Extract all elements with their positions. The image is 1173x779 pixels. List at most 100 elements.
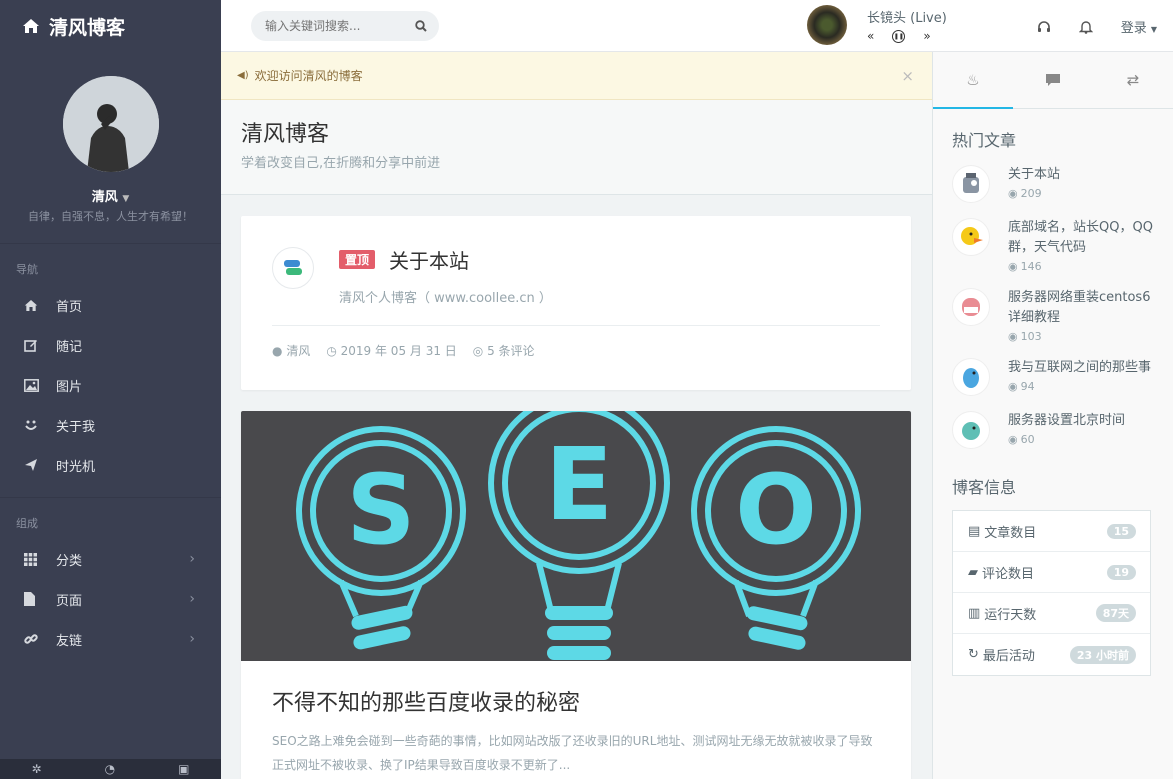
count-badge: 19 (1106, 564, 1136, 580)
avatar[interactable] (62, 76, 159, 172)
eye-icon: ◉ (1008, 187, 1018, 200)
article-views: ◉ 60 (1008, 433, 1035, 446)
seo-bulbs-image: S E O (296, 411, 861, 660)
hot-articles-title: 热门文章 (952, 131, 1017, 150)
post-comments[interactable]: ◎ 5 条评论 (473, 342, 535, 359)
bell-icon[interactable] (1078, 19, 1093, 34)
nav-label: 时光机 (56, 459, 96, 475)
article-title[interactable]: 底部域名，站长QQ，QQ群，天气代码 (1008, 218, 1158, 258)
close-icon[interactable]: × (901, 67, 914, 85)
list-item[interactable]: 服务器网络重装centos6详细教程 ◉ 103 (952, 288, 1173, 343)
list-item[interactable]: 关于本站 ◉ 209 (952, 165, 1173, 203)
bar-chart-icon: ▥ (968, 605, 981, 621)
post-title[interactable]: 关于本站 (389, 245, 469, 274)
nav-item-notes[interactable]: 随记 (0, 325, 221, 365)
smile-icon (25, 420, 37, 430)
info-row-comments: ▰ 评论数目 19 (953, 552, 1150, 593)
info-row-last-active: ↻ 最后活动 23 小时前 (953, 634, 1150, 675)
login-menu[interactable]: 登录 ▼ (1121, 17, 1157, 36)
article-views: ◉ 103 (1008, 330, 1042, 343)
nav-label: 首页 (56, 299, 83, 315)
blog-info-list: ▤ 文章数目 15 ▰ 评论数目 19 ▥ 运行天数 87天 ↻ 最后活动 23 小时前 (952, 510, 1151, 676)
nav-item-pages[interactable]: 页面 › (0, 579, 221, 619)
count-badge: 23 小时前 (1069, 645, 1136, 664)
post-title-row: 置顶 关于本站 (339, 245, 469, 274)
nav-group-header: 组成 (16, 517, 38, 530)
post-excerpt: SEO之路上难免会碰到一些奇葩的事情，比如网站改版了还收录旧的URL地址、测试网… (272, 734, 873, 772)
nav-item-timemachine[interactable]: 时光机 (0, 445, 221, 485)
blog-info-title: 博客信息 (952, 478, 1017, 497)
tab-comments[interactable] (1013, 52, 1093, 108)
rss-icon[interactable]: ◔ (105, 762, 115, 776)
link-icon (24, 634, 38, 644)
caret-down-icon: ▼ (1150, 24, 1157, 34)
article-views: ◉ 146 (1008, 260, 1042, 273)
post-card-pinned[interactable]: 置顶 关于本站 清风个人博客（ www.coollee.cn ） ● 清风 ◷ … (241, 216, 911, 390)
list-item[interactable]: 服务器设置北京时间 ◉ 60 (952, 411, 1173, 449)
nav-item-links[interactable]: 友链 › (0, 619, 221, 659)
nav-item-about[interactable]: 关于我 (0, 405, 221, 445)
post-subtitle: 清风个人博客（ www.coollee.cn ） (339, 291, 552, 306)
nav-label: 关于我 (56, 419, 96, 435)
headphones-icon[interactable] (1037, 20, 1051, 33)
list-item[interactable]: 底部域名，站长QQ，QQ群，天气代码 ◉ 146 (952, 218, 1173, 273)
sidebar-footer: ✲ ◔ ▣ (0, 759, 221, 779)
notice-text: 欢迎访问清风的博客 (254, 69, 363, 83)
article-title[interactable]: 关于本站 (1008, 165, 1158, 185)
article-title[interactable]: 服务器设置北京时间 (1008, 411, 1158, 431)
post-date: ◷ 2019 年 05 月 31 日 (326, 344, 457, 358)
tab-hot[interactable]: ♨ (933, 52, 1013, 109)
file-icon: ▤ (968, 523, 981, 539)
count-badge: 87天 (1095, 604, 1136, 622)
thumb-duck-icon (952, 218, 990, 256)
post-card[interactable]: S E O 不得不知的那些百度收录的秘密 SEO之路上难免会碰到一些奇葩的事情，… (241, 411, 911, 779)
search-input[interactable] (265, 19, 415, 33)
article-title[interactable]: 我与互联网之间的那些事 (1008, 358, 1158, 378)
post-meta: ● 清风 ◷ 2019 年 05 月 31 日 ◎ 5 条评论 (272, 342, 535, 359)
topbar-actions: 登录 ▼ (1037, 0, 1157, 52)
notice-bar: ◀) 欢迎访问清风的博客 × (221, 52, 932, 100)
tab-random[interactable]: ⇄ (1093, 52, 1173, 108)
hot-articles-list: 关于本站 ◉ 209 底部域名，站长QQ，QQ群，天气代码 ◉ 146 服务器网络重装c… (933, 151, 1173, 449)
thumb-bird-icon (952, 358, 990, 396)
chevron-right-icon: › (189, 631, 195, 647)
feed-icon[interactable]: ▣ (178, 762, 189, 776)
player-controls: « ❚❚ » (867, 29, 947, 43)
send-icon (25, 459, 37, 471)
pinned-badge: 置顶 (339, 250, 376, 269)
eye-icon: ◉ (1008, 330, 1018, 343)
settings-icon[interactable]: ✲ (32, 762, 42, 776)
post-thumbnail[interactable]: S E O (241, 411, 911, 661)
volume-icon: ◀) (237, 70, 249, 81)
nav-item-images[interactable]: 图片 (0, 365, 221, 405)
nav-item-home[interactable]: 首页 (0, 285, 221, 325)
post-title[interactable]: 不得不知的那些百度收录的秘密 (241, 661, 911, 717)
article-views: ◉ 209 (1008, 187, 1042, 200)
comments-icon: ◎ (472, 344, 484, 358)
svg-text:S: S (346, 454, 415, 566)
album-cover[interactable] (807, 5, 847, 45)
search-icon[interactable] (415, 20, 427, 32)
post-author[interactable]: ● 清风 (272, 342, 310, 359)
svg-text:E: E (545, 426, 613, 543)
list-item[interactable]: 我与互联网之间的那些事 ◉ 94 (952, 358, 1173, 396)
prev-icon[interactable]: « (867, 29, 874, 43)
home-icon (23, 19, 39, 33)
user-name[interactable]: 清风 ▼ (0, 186, 221, 205)
nav-label: 分类 (56, 553, 83, 569)
chat-icon (272, 247, 314, 289)
pause-icon[interactable]: ❚❚ (892, 29, 906, 43)
thumb-robot-icon (952, 165, 990, 203)
nav-item-categories[interactable]: 分类 › (0, 539, 221, 579)
article-title[interactable]: 服务器网络重装centos6详细教程 (1008, 288, 1158, 328)
edit-icon (24, 340, 37, 352)
song-title: 长镜头 (Live) (867, 11, 947, 26)
fire-icon: ♨ (966, 70, 980, 89)
nav-header: 导航 (16, 263, 38, 276)
brand[interactable]: 清风博客 (0, 0, 221, 52)
avatar-image (62, 76, 159, 172)
grid-icon (24, 552, 37, 566)
next-icon[interactable]: » (923, 29, 930, 43)
svg-text:O: O (735, 454, 817, 566)
comment-icon (1046, 74, 1060, 86)
